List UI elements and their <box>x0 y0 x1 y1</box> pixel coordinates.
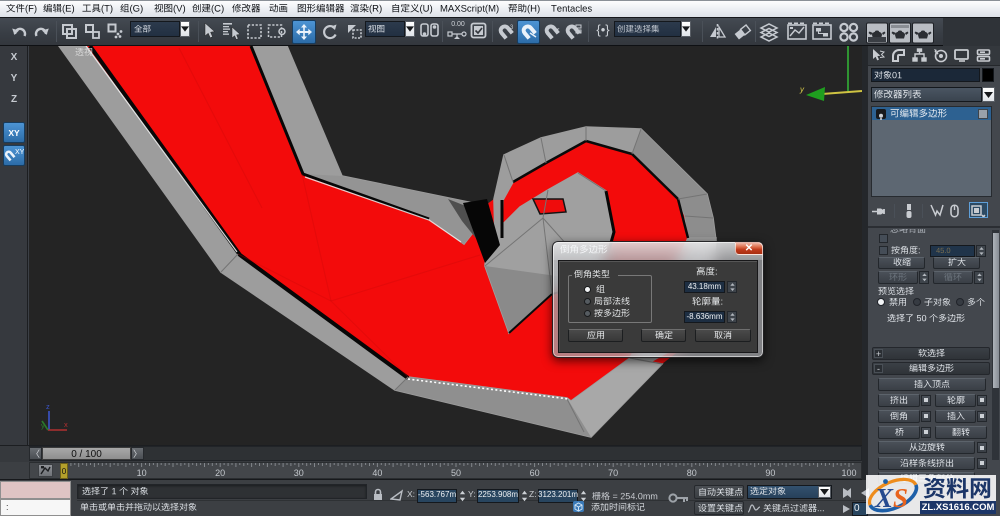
svg-text:z: z <box>46 402 50 411</box>
svg-text:y: y <box>41 421 45 430</box>
svg-text:X: X <box>874 483 894 513</box>
svg-text:x: x <box>64 420 68 429</box>
svg-text:S: S <box>893 483 908 513</box>
svg-text:3: 3 <box>510 25 514 31</box>
svg-text:XY: XY <box>15 149 24 156</box>
